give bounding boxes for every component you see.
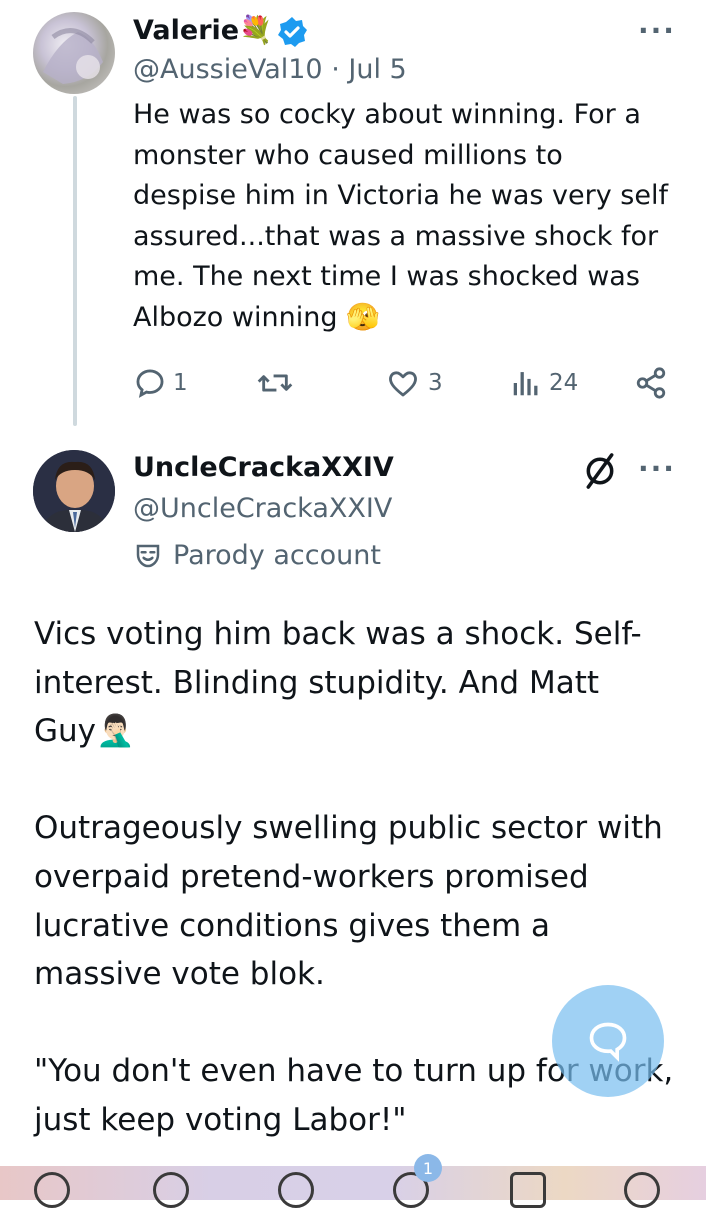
views-button[interactable]: 24	[511, 366, 578, 400]
reply-icon	[136, 369, 164, 398]
search-icon[interactable]	[153, 1172, 189, 1208]
more-icon[interactable]: ···	[638, 452, 676, 485]
reply-count: 1	[173, 370, 188, 396]
parody-label: Parody account	[133, 540, 381, 571]
compose-message-button[interactable]	[552, 985, 664, 1097]
author-handle[interactable]: @AussieVal10	[133, 54, 323, 85]
tweet-date[interactable]: Jul 5	[348, 54, 406, 85]
share-icon	[636, 367, 666, 399]
people-icon[interactable]	[624, 1172, 660, 1208]
parody-mask-icon	[136, 544, 160, 567]
reply-button[interactable]: 1	[133, 366, 188, 400]
bottom-nav	[0, 1166, 706, 1208]
compose-message-icon	[589, 1022, 627, 1062]
retweet-button[interactable]	[256, 366, 294, 400]
author-handle[interactable]: @UncleCrackaXXIV	[133, 493, 392, 524]
views-icon	[513, 372, 538, 396]
more-icon[interactable]: ···	[638, 14, 676, 47]
like-count: 3	[428, 370, 443, 396]
verified-badge-icon	[276, 16, 308, 52]
retweet-icon	[257, 374, 293, 392]
like-icon	[389, 371, 417, 397]
avatar[interactable]	[33, 12, 115, 94]
tweet-meta: @AussieVal10 · Jul 5	[133, 54, 407, 85]
tweet-text: He was so cocky about winning. For a mon…	[133, 99, 668, 333]
bouquet-emoji: 💐	[239, 15, 273, 46]
messages-icon[interactable]	[510, 1172, 546, 1208]
shocked-face-emoji: 🫣	[346, 301, 380, 333]
view-count: 24	[549, 370, 579, 396]
grok-slash-icon[interactable]	[582, 452, 618, 494]
like-button[interactable]: 3	[386, 366, 443, 400]
home-icon[interactable]	[34, 1172, 70, 1208]
author-name[interactable]: UncleCrackaXXIV	[133, 452, 394, 483]
notification-badge: 1	[414, 1154, 442, 1182]
grok-icon[interactable]	[278, 1172, 314, 1208]
author-name[interactable]: Valerie💐	[133, 14, 273, 46]
facepalm-emoji: 🤦🏻‍♂️	[96, 713, 135, 750]
thread-line	[73, 96, 77, 426]
avatar[interactable]	[33, 450, 115, 532]
share-button[interactable]	[634, 366, 668, 400]
